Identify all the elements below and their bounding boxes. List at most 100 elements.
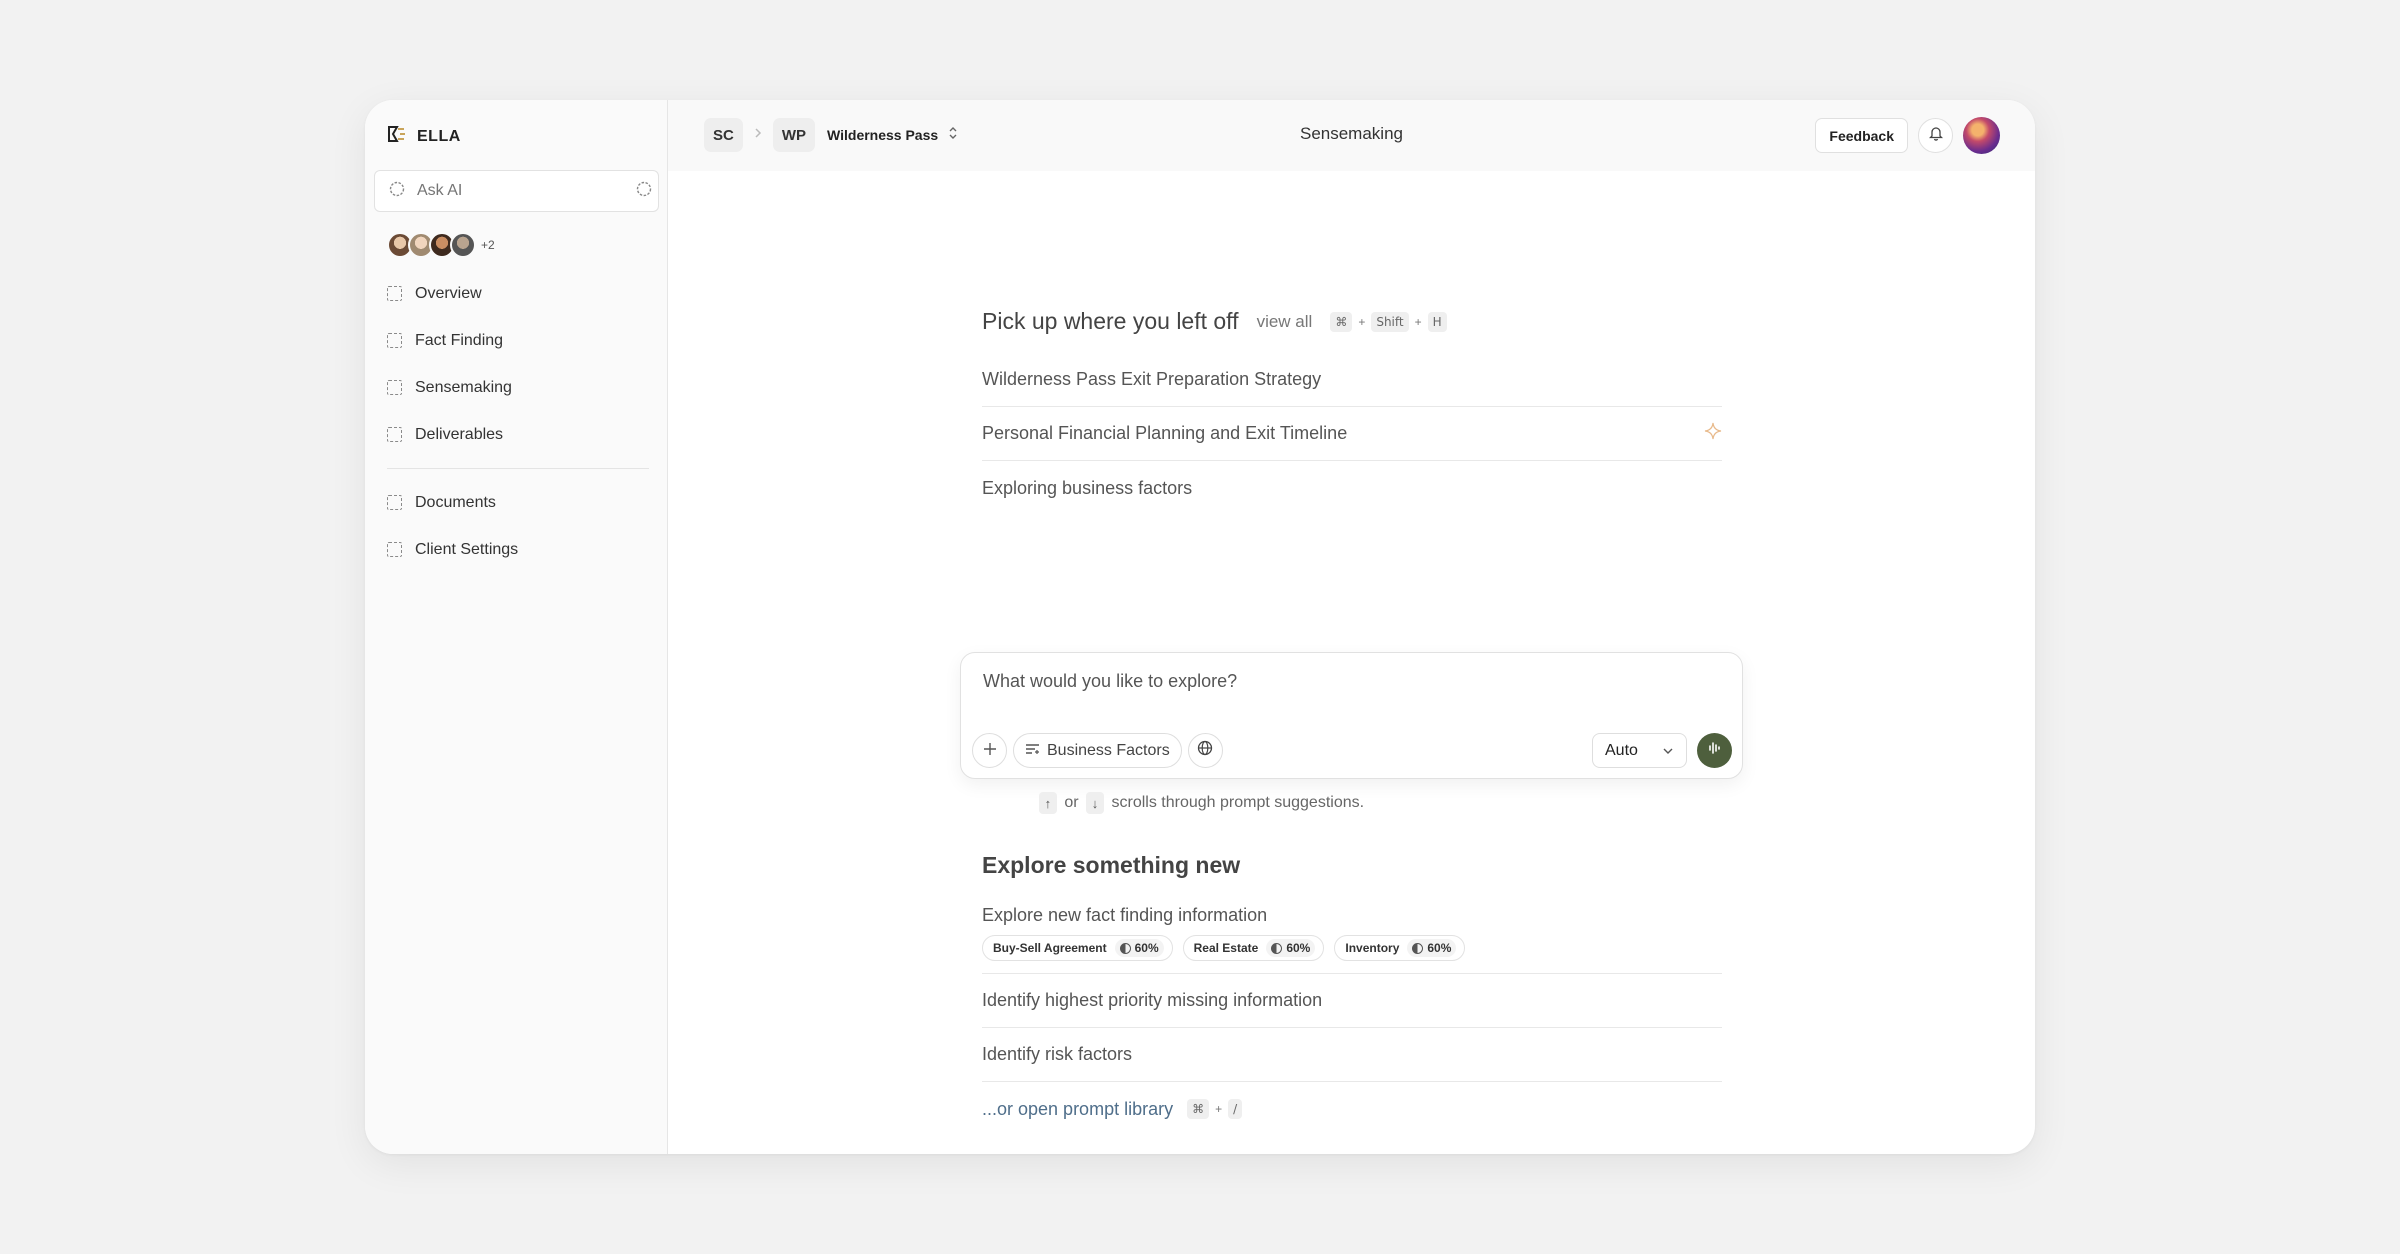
progress-tag[interactable]: Buy-Sell Agreement 60% [982,935,1173,961]
tag-progress: 60% [1114,939,1164,957]
sidebar-item-fact-finding[interactable]: Fact Finding [387,317,649,364]
ask-ai-input[interactable] [417,182,624,200]
sidebar-item-label: Client Settings [415,540,519,558]
explore-item[interactable]: Identify risk factors [982,1028,1722,1082]
square-dashed-icon [387,286,402,301]
ella-logo-icon [387,125,407,148]
square-dashed-icon [387,333,402,348]
recent-shortcut: ⌘ + Shift + H [1330,311,1447,332]
recent-item[interactable]: Personal Financial Planning and Exit Tim… [982,407,1722,461]
sidebar-item-overview[interactable]: Overview [387,270,649,317]
square-dashed-icon [387,495,402,510]
web-search-button[interactable] [1187,733,1223,768]
top-bar: Sensemaking SC WP Wilderness Pass Feedba… [668,100,2035,171]
explore-item[interactable]: Identify highest priority missing inform… [982,974,1722,1028]
view-all-link[interactable]: view all [1257,312,1313,332]
sidebar-item-deliverables[interactable]: Deliverables [387,411,649,458]
sidebar: ELLA +2 Overview Fact Fin [365,100,668,1154]
waveform-icon [1707,740,1723,761]
plus-icon [983,740,997,761]
bell-icon [1928,125,1943,146]
prompt-input[interactable] [983,671,1683,701]
kbd-key: H [1427,311,1447,332]
context-selector-button[interactable]: Business Factors [1013,733,1182,768]
hint-text: scrolls through prompt suggestions. [1111,794,1365,812]
sidebar-item-sensemaking[interactable]: Sensemaking [387,364,649,411]
explore-item-label: Identify highest priority missing inform… [982,990,1323,1010]
recent-title: Pick up where you left off [982,308,1239,334]
sidebar-divider [387,468,649,469]
explore-item-label: Identify risk factors [982,1044,1133,1064]
globe-icon [1197,740,1213,761]
kbd-key: ⌘ [1330,311,1353,332]
ai-status-icon[interactable] [636,181,652,202]
more-collaborators-count: +2 [481,238,495,252]
recent-section: Pick up where you left off view all ⌘ + … [982,308,1722,515]
kbd-key: ⌘ [1187,1099,1210,1119]
recent-item[interactable]: Exploring business factors [982,461,1722,515]
tag-progress: 60% [1407,939,1457,957]
hint-or: or [1064,794,1079,812]
ask-ai-field[interactable] [374,170,659,212]
kbd-plus: + [1358,314,1366,329]
add-attachment-button[interactable] [972,733,1007,768]
kbd-plus: + [1215,1102,1223,1116]
top-actions: Feedback [1815,117,2000,154]
ai-circle-icon [389,181,405,202]
model-select[interactable]: Auto [1592,733,1687,768]
tag-name: Real Estate [1193,941,1259,955]
half-circle-icon [1271,942,1283,954]
half-circle-icon [1412,942,1424,954]
kbd-plus: + [1414,314,1422,329]
notifications-button[interactable] [1918,118,1953,153]
recent-item-label: Wilderness Pass Exit Preparation Strateg… [982,369,1322,389]
tag-progress: 60% [1266,939,1316,957]
user-avatar[interactable] [1963,117,2000,154]
sidebar-item-label: Sensemaking [415,378,512,396]
explore-item-label: Explore new fact finding information [982,905,1268,925]
chevron-down-icon [1662,742,1674,760]
sidebar-item-label: Overview [415,284,482,302]
breadcrumb: SC WP Wilderness Pass [704,118,958,152]
recent-item[interactable]: Wilderness Pass Exit Preparation Strateg… [982,353,1722,407]
kbd-key: / [1228,1099,1243,1119]
context-label: Business Factors [1047,741,1170,759]
brand[interactable]: ELLA [387,125,461,148]
sidebar-item-label: Documents [415,493,496,511]
voice-input-button[interactable] [1697,733,1732,768]
feedback-button[interactable]: Feedback [1815,118,1908,153]
explore-fact-finding-item[interactable]: Explore new fact finding information Buy… [982,891,1722,974]
tag-percent: 60% [1286,941,1311,955]
sidebar-nav: Overview Fact Finding Sensemaking Delive… [387,270,649,573]
sparkle-icon [1704,422,1722,445]
prompt-tools: Business Factors [972,733,1223,768]
chevron-up-down-icon[interactable] [948,126,958,145]
progress-tag[interactable]: Real Estate 60% [1182,935,1325,961]
sidebar-item-client-settings[interactable]: Client Settings [387,526,649,573]
fact-finding-tags: Buy-Sell Agreement 60% Real Estate 60% I… [982,935,1722,961]
recent-item-label: Exploring business factors [982,477,1193,498]
prompt-library-link[interactable]: ...or open prompt library ⌘ + / [982,1082,1722,1136]
kbd-key: Shift [1371,311,1409,332]
library-shortcut: ⌘ + / [1187,1099,1243,1119]
tag-percent: 60% [1427,941,1452,955]
square-dashed-icon [387,427,402,442]
explore-title: Explore something new [982,852,1241,878]
recent-list: Wilderness Pass Exit Preparation Strateg… [982,353,1722,515]
client-chip[interactable]: WP [772,118,816,152]
model-value: Auto [1605,741,1638,759]
brand-name: ELLA [417,127,461,145]
chevron-right-icon [753,126,763,144]
explore-section: Explore something new Explore new fact f… [982,852,1722,1136]
app-window: ELLA +2 Overview Fact Fin [365,100,2035,1154]
prompt-hint: ↑ or ↓ scrolls through prompt suggestion… [365,792,2035,814]
org-chip[interactable]: SC [704,118,743,152]
client-name[interactable]: Wilderness Pass [827,127,938,143]
sidebar-item-documents[interactable]: Documents [387,479,649,526]
progress-tag[interactable]: Inventory 60% [1334,935,1466,961]
tag-name: Inventory [1345,941,1400,955]
collaborator-avatars[interactable]: +2 [387,232,495,258]
tag-name: Buy-Sell Agreement [993,941,1107,955]
avatar [450,232,476,258]
tag-percent: 60% [1134,941,1159,955]
